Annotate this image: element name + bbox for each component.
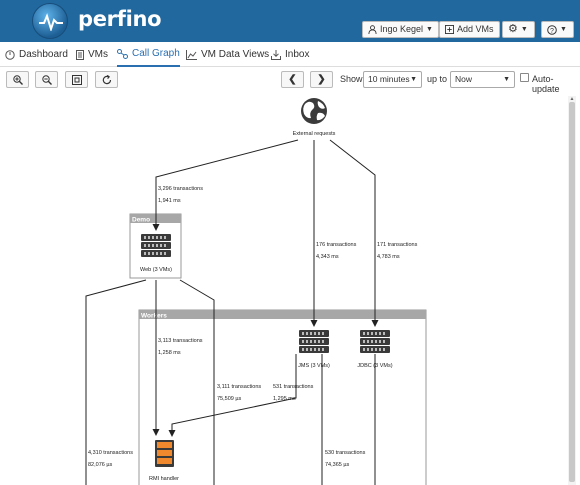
edge-label: 4,783 ms	[377, 254, 400, 260]
tab-call-graph[interactable]: Call Graph	[117, 42, 180, 67]
globe-icon	[301, 98, 327, 124]
server-cluster-icon	[360, 330, 390, 353]
tab-vms-label: VMs	[88, 49, 108, 60]
server-cluster-icon	[141, 234, 171, 257]
zoom-in-icon	[12, 74, 23, 85]
vertical-scrollbar[interactable]	[568, 96, 576, 485]
tab-vm-data-views[interactable]: VM Data Views	[186, 42, 269, 67]
server-cluster-icon	[299, 330, 329, 353]
edge-label: 176 transactions	[316, 242, 357, 248]
previous-interval-button[interactable]: ❮	[281, 71, 304, 88]
edge-label: 4,343 ms	[316, 254, 339, 260]
dashboard-icon	[5, 49, 15, 60]
inbox-icon	[271, 49, 281, 60]
fit-icon	[71, 74, 82, 85]
workers-group-label: Workers	[141, 313, 167, 320]
edge-label: 3,296 transactions	[158, 186, 203, 192]
edge-label: 3,111 transactions	[217, 384, 261, 390]
jms-node[interactable]: JMS (3 VMs)	[298, 330, 330, 369]
edge-label: 4,310 transactions	[88, 450, 133, 456]
brand-name: perfino	[78, 7, 162, 31]
external-requests-node[interactable]: External requests	[293, 98, 336, 137]
edge-label: 1,258 ms	[158, 350, 181, 356]
server-icon	[155, 440, 174, 467]
call-graph-canvas[interactable]: Workers Demo External requests Web (3 VM…	[0, 91, 568, 485]
chevron-down-icon: ▼	[560, 26, 567, 33]
main-nav: Dashboard VMs Call Graph VM Data Views I…	[0, 42, 580, 67]
up-to-label: up to	[427, 74, 448, 84]
up-to-select[interactable]: Now ▼	[450, 71, 515, 88]
call-graph-icon	[117, 48, 128, 59]
edge-label: 3,113 transactions	[158, 338, 203, 344]
up-to-value: Now	[455, 74, 473, 84]
chevron-right-icon: ❯	[317, 74, 326, 85]
edge-external-jdbc[interactable]	[329, 139, 379, 327]
refresh-icon	[102, 74, 111, 84]
next-interval-button[interactable]: ❯	[310, 71, 333, 88]
gear-icon: ⚙	[508, 23, 518, 35]
edge-label: 531 transactions	[273, 384, 314, 390]
tab-vms[interactable]: VMs	[76, 42, 108, 67]
fit-to-window-button[interactable]	[65, 71, 88, 88]
chevron-down-icon: ▼	[410, 76, 417, 83]
rmi-handler-label: RMI handler	[149, 476, 179, 482]
add-vms-button[interactable]: Add VMs	[439, 21, 500, 38]
edge-label: 171 transactions	[377, 242, 418, 248]
zoom-out-icon	[41, 74, 52, 85]
zoom-in-button[interactable]	[6, 71, 29, 88]
edge-label: 1,295 ms	[273, 396, 296, 402]
jdbc-node-label: JDBC (3 VMs)	[357, 363, 392, 369]
demo-group-label: Demo	[132, 217, 150, 224]
edge-label: 530 transactions	[325, 450, 366, 456]
tab-inbox[interactable]: Inbox	[271, 42, 309, 67]
user-menu-label: Ingo Kegel	[380, 24, 424, 34]
auto-update-checkbox[interactable]	[520, 73, 529, 82]
graph-toolbar: ❮ ❯ Show 10 minutes ▼ up to Now ▼ Auto-u…	[0, 67, 580, 94]
user-icon	[368, 25, 377, 34]
perfino-logo-icon	[32, 3, 68, 39]
web-node[interactable]: Web (3 VMs)	[140, 234, 172, 273]
chevron-down-icon: ▼	[520, 26, 528, 33]
edge-label: 75,509 µs	[217, 396, 242, 402]
scroll-up-icon[interactable]: ▲	[569, 96, 575, 102]
web-node-label: Web (3 VMs)	[140, 267, 172, 273]
add-icon	[445, 25, 454, 34]
app-header: perfino Ingo Kegel ▼ Add VMs ⚙ ▼ ? ▼	[0, 0, 580, 42]
user-menu-button[interactable]: Ingo Kegel ▼	[362, 21, 439, 38]
tab-dashboard-label: Dashboard	[19, 49, 68, 60]
jms-node-label: JMS (3 VMs)	[298, 363, 330, 369]
time-range-select[interactable]: 10 minutes ▼	[363, 71, 422, 88]
help-icon: ?	[547, 24, 557, 35]
chart-icon	[186, 49, 197, 60]
tab-vm-data-views-label: VM Data Views	[201, 49, 270, 60]
tab-call-graph-label: Call Graph	[132, 48, 180, 59]
svg-text:?: ?	[550, 27, 554, 34]
time-range-value: 10 minutes	[368, 74, 410, 84]
tab-dashboard[interactable]: Dashboard	[5, 42, 68, 67]
chevron-down-icon: ▼	[426, 26, 433, 33]
external-requests-label: External requests	[293, 131, 336, 137]
add-vms-label: Add VMs	[457, 24, 494, 34]
chevron-left-icon: ❮	[288, 74, 297, 85]
settings-menu-button[interactable]: ⚙ ▼	[502, 21, 535, 38]
edge-label: 1,941 ms	[158, 198, 181, 204]
zoom-out-button[interactable]	[35, 71, 58, 88]
scrollbar-thumb[interactable]	[569, 102, 575, 482]
edge-label: 82,076 µs	[88, 462, 113, 468]
vms-icon	[76, 49, 84, 60]
reset-layout-button[interactable]	[95, 71, 118, 88]
chevron-down-icon: ▼	[503, 76, 510, 83]
help-menu-button[interactable]: ? ▼	[541, 21, 574, 38]
tab-inbox-label: Inbox	[285, 49, 310, 60]
show-label: Show	[340, 74, 363, 84]
jdbc-node[interactable]: JDBC (3 VMs)	[357, 330, 393, 369]
edge-label: 74,365 µs	[325, 462, 350, 468]
